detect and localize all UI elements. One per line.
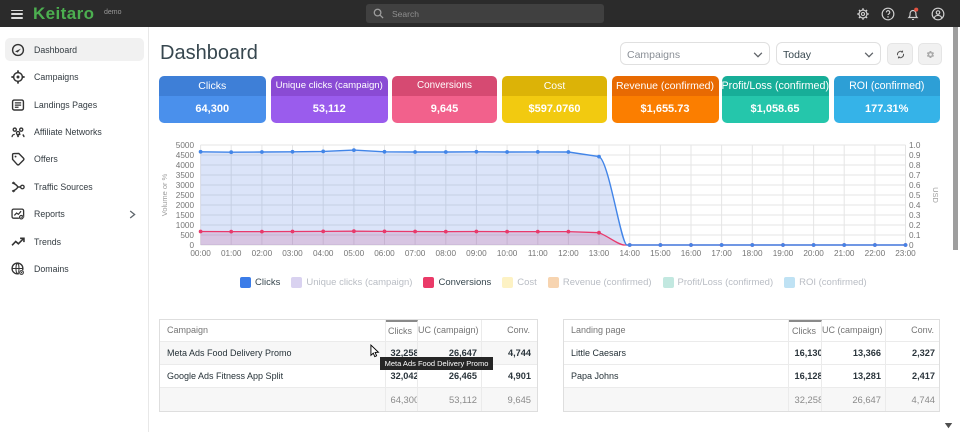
svg-text:0.3: 0.3 xyxy=(909,211,921,220)
svg-text:500: 500 xyxy=(180,231,194,240)
svg-text:23:00: 23:00 xyxy=(895,249,916,258)
svg-text:10:00: 10:00 xyxy=(497,249,518,258)
svg-text:3000: 3000 xyxy=(176,181,195,190)
svg-text:0.5: 0.5 xyxy=(909,191,921,200)
svg-text:08:00: 08:00 xyxy=(436,249,457,258)
svg-text:01:00: 01:00 xyxy=(221,249,242,258)
svg-text:22:00: 22:00 xyxy=(865,249,886,258)
svg-text:0.4: 0.4 xyxy=(909,201,921,210)
svg-text:14:00: 14:00 xyxy=(619,249,640,258)
svg-text:07:00: 07:00 xyxy=(405,249,426,258)
svg-text:09:00: 09:00 xyxy=(466,249,487,258)
svg-text:21:00: 21:00 xyxy=(834,249,855,258)
svg-text:03:00: 03:00 xyxy=(282,249,303,258)
svg-text:0: 0 xyxy=(189,241,194,250)
svg-text:0: 0 xyxy=(909,241,914,250)
svg-text:02:00: 02:00 xyxy=(252,249,273,258)
svg-text:00:00: 00:00 xyxy=(190,249,211,258)
svg-text:0.7: 0.7 xyxy=(909,171,921,180)
svg-text:0.6: 0.6 xyxy=(909,181,921,190)
svg-text:16:00: 16:00 xyxy=(681,249,702,258)
svg-text:USD: USD xyxy=(931,187,940,203)
svg-text:06:00: 06:00 xyxy=(374,249,395,258)
svg-text:4500: 4500 xyxy=(176,151,195,160)
svg-text:Volume or %: Volume or % xyxy=(160,173,169,216)
svg-text:0.9: 0.9 xyxy=(909,151,921,160)
svg-text:19:00: 19:00 xyxy=(773,249,794,258)
svg-text:13:00: 13:00 xyxy=(589,249,610,258)
svg-text:0.8: 0.8 xyxy=(909,161,921,170)
svg-text:5000: 5000 xyxy=(176,141,195,150)
svg-text:11:00: 11:00 xyxy=(528,249,548,258)
svg-text:17:00: 17:00 xyxy=(711,249,732,258)
svg-text:1500: 1500 xyxy=(176,211,195,220)
svg-text:4000: 4000 xyxy=(176,161,195,170)
svg-text:0.1: 0.1 xyxy=(909,231,921,240)
svg-text:15:00: 15:00 xyxy=(650,249,671,258)
svg-text:2000: 2000 xyxy=(176,201,195,210)
svg-text:18:00: 18:00 xyxy=(742,249,763,258)
svg-text:12:00: 12:00 xyxy=(558,249,579,258)
svg-text:1000: 1000 xyxy=(176,221,195,230)
svg-text:05:00: 05:00 xyxy=(344,249,365,258)
svg-text:04:00: 04:00 xyxy=(313,249,334,258)
svg-text:2500: 2500 xyxy=(176,191,195,200)
svg-text:1.0: 1.0 xyxy=(909,141,921,150)
svg-text:3500: 3500 xyxy=(176,171,195,180)
svg-text:20:00: 20:00 xyxy=(803,249,824,258)
svg-text:0.2: 0.2 xyxy=(909,221,921,230)
